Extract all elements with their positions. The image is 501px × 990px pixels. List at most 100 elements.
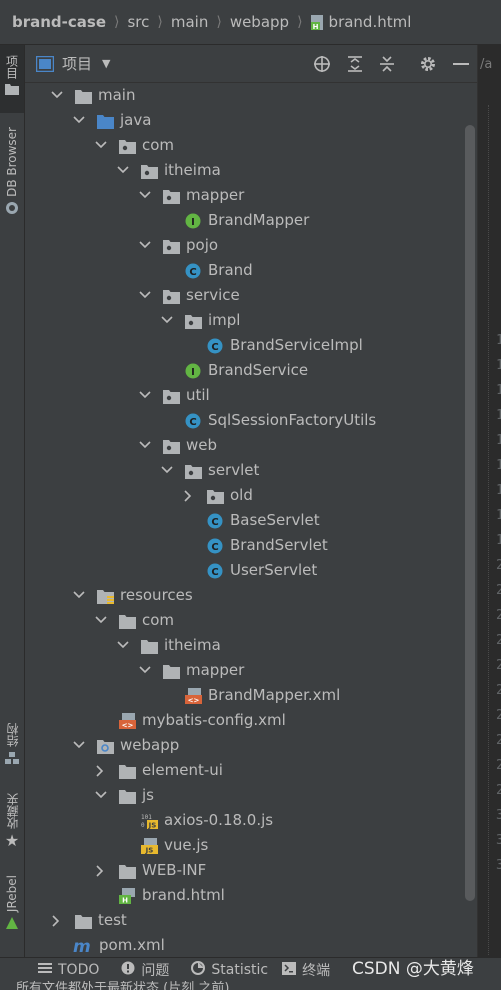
tree-row[interactable]: com [25,608,465,633]
chevron-down-icon[interactable] [95,608,107,633]
tree-row[interactable]: servlet [25,458,465,483]
chevron-down-icon[interactable] [95,133,107,158]
chevron-right-icon[interactable] [51,908,63,933]
chevron-right-icon[interactable] [95,858,107,883]
tree-row[interactable]: itheima [25,158,465,183]
tree-scrollbar[interactable] [465,125,475,901]
collapse-all-icon[interactable] [376,53,398,75]
tree-row[interactable]: old [25,483,465,508]
tree-row[interactable]: web [25,433,465,458]
line-number: 2 [496,783,501,798]
class-icon: C [185,262,201,279]
bottom-tool-problems[interactable]: 问题 [121,960,169,980]
breadcrumb-item-webapp[interactable]: webapp [230,13,289,31]
chevron-right-icon[interactable] [183,483,195,508]
html-file-icon: H [310,14,325,31]
tree-row[interactable]: <> mybatis-config.xml [25,708,465,733]
tree-row[interactable]: I BrandMapper [25,208,465,233]
minimize-icon[interactable] [450,53,472,75]
chevron-down-icon[interactable] [139,433,151,458]
breadcrumb-item-main[interactable]: main [171,13,208,31]
svg-text:I: I [191,217,195,228]
tree-row[interactable]: com [25,133,465,158]
tree-row-label: java [120,111,152,129]
tree-row[interactable]: impl [25,308,465,333]
chevron-down-icon[interactable] [117,158,129,183]
locate-icon[interactable] [311,53,333,75]
tool-tab-favorites[interactable]: 收藏夹 ★ [0,793,24,859]
chevron-down-icon[interactable] [73,583,85,608]
project-panel-header: 项目 ▼ [25,45,477,83]
bottom-tool-todo[interactable]: TODO [38,962,99,978]
package-icon [207,487,224,504]
tree-row[interactable]: webapp [25,733,465,758]
tree-row-label: Brand [208,261,253,279]
tree-row[interactable]: service [25,283,465,308]
chevron-down-icon[interactable] [139,658,151,683]
chevron-down-icon[interactable] [161,308,173,333]
editor-tab-fragment[interactable]: /a [480,57,492,72]
tree-row[interactable]: I BrandService [25,358,465,383]
tree-row[interactable]: mapper [25,183,465,208]
chevron-down-icon[interactable] [139,383,151,408]
tool-tab-jrebel[interactable]: JRebel [0,875,24,943]
tree-row-label: BrandServiceImpl [230,336,363,354]
tool-tab-project[interactable]: 项目 [0,45,24,113]
structure-icon [5,752,19,764]
chevron-down-icon[interactable] [139,183,151,208]
breadcrumb-item-project[interactable]: brand-case [12,13,106,31]
star-icon: ★ [4,831,20,850]
tree-row[interactable]: pojo [25,233,465,258]
tree-row[interactable]: mapper [25,658,465,683]
chevron-down-icon[interactable] [95,783,107,808]
tree-row[interactable]: C SqlSessionFactoryUtils [25,408,465,433]
tree-row[interactable]: <> BrandMapper.xml [25,683,465,708]
breadcrumb-item-file[interactable]: brand.html [329,13,412,31]
tree-row-label: brand.html [142,886,225,904]
tree-row[interactable]: C BrandServlet [25,533,465,558]
tree-row[interactable]: C UserServlet [25,558,465,583]
chevron-down-icon[interactable] [139,233,151,258]
tree-row[interactable]: main [25,83,465,108]
bottom-tool-statistic[interactable]: Statistic [191,961,268,979]
view-dropdown-chevron-icon[interactable]: ▼ [102,57,110,70]
tree-row[interactable]: test [25,908,465,933]
tree-row[interactable]: C BaseServlet [25,508,465,533]
tree-row[interactable]: element-ui [25,758,465,783]
problems-icon [121,961,135,979]
line-number: 1 [496,458,501,473]
settings-icon[interactable] [417,53,439,75]
tree-row[interactable]: resources [25,583,465,608]
tool-tab-structure[interactable]: 结构 [0,723,24,775]
tree-row[interactable]: C BrandServiceImpl [25,333,465,358]
chevron-down-icon[interactable] [73,733,85,758]
tree-row[interactable]: JS vue.js [25,833,465,858]
tree-row[interactable]: Hbrand.html [25,883,465,908]
breadcrumb-item-src[interactable]: src [127,13,149,31]
chevron-down-icon[interactable] [73,108,85,133]
package-icon [185,462,202,479]
tree-row-label: BrandMapper.xml [208,686,341,704]
line-number: 1 [496,533,501,548]
tool-tab-db-browser[interactable]: DB Browser [0,127,24,227]
line-number: 1 [496,358,501,373]
package-icon [163,237,180,254]
tree-row[interactable]: 101 JS 0 axios-0.18.0.js [25,808,465,833]
folder-icon [75,87,92,104]
chevron-down-icon[interactable] [51,83,63,108]
tree-row[interactable]: C Brand [25,258,465,283]
chevron-right-icon[interactable] [95,758,107,783]
line-number: 2 [496,608,501,623]
tree-row[interactable]: itheima [25,633,465,658]
chevron-down-icon[interactable] [117,633,129,658]
chevron-down-icon[interactable] [161,458,173,483]
tree-row[interactable]: WEB-INF [25,858,465,883]
tree-row[interactable]: util [25,383,465,408]
expand-all-icon[interactable] [344,53,366,75]
tool-tab-db-browser-label: DB Browser [5,127,19,197]
tree-row[interactable]: java [25,108,465,133]
tree-row[interactable]: m pom.xml [25,933,465,958]
bottom-tool-terminal[interactable]: 终端 [282,960,330,980]
tree-row[interactable]: js [25,783,465,808]
chevron-down-icon[interactable] [139,283,151,308]
